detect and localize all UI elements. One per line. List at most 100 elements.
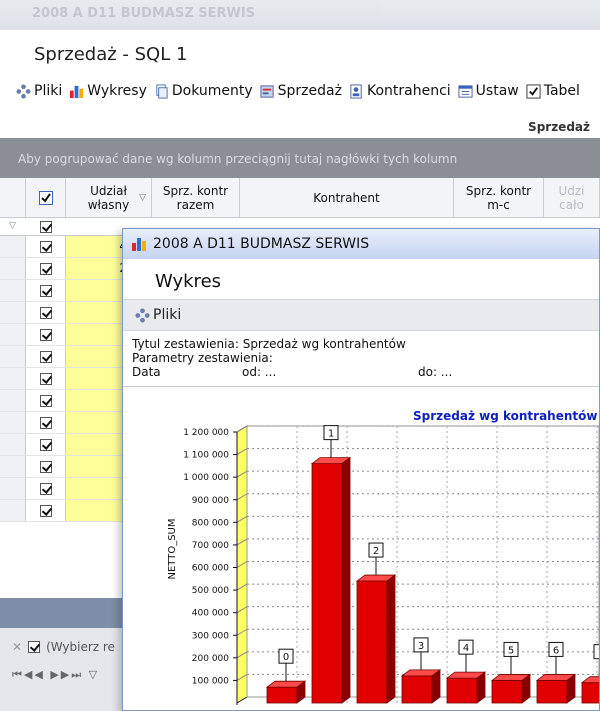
row-checkbox[interactable] bbox=[39, 482, 52, 495]
column-header-sales-total[interactable]: Sprz. kontr razem bbox=[152, 178, 240, 217]
chart-toolbar: Pliki bbox=[123, 299, 599, 331]
own-share-cell[interactable] bbox=[66, 412, 130, 433]
row-checkbox-cell[interactable] bbox=[26, 324, 66, 345]
table-row[interactable] bbox=[0, 324, 130, 346]
filter-text: (Wybierz re bbox=[46, 640, 115, 654]
table-row[interactable] bbox=[0, 412, 130, 434]
row-checkbox-cell[interactable] bbox=[26, 302, 66, 323]
row-checkbox[interactable] bbox=[39, 328, 52, 341]
column-header-own-share[interactable]: Udział własny ▽ bbox=[66, 178, 152, 217]
toolbar-table-button[interactable]: Tabel bbox=[526, 83, 580, 99]
own-share-cell[interactable] bbox=[66, 500, 130, 521]
close-filter-icon[interactable]: ✕ bbox=[12, 640, 22, 654]
row-indicator[interactable] bbox=[0, 258, 26, 279]
column-header-contractor[interactable]: Kontrahent bbox=[240, 178, 454, 217]
row-checkbox[interactable] bbox=[39, 372, 52, 385]
own-share-cell[interactable] bbox=[66, 456, 130, 477]
toolbar-settings-button[interactable]: Ustaw bbox=[458, 83, 519, 99]
own-share-cell[interactable]: 4 bbox=[66, 236, 130, 257]
row-checkbox-cell[interactable] bbox=[26, 390, 66, 411]
toolbar-documents-button[interactable]: Dokumenty bbox=[154, 83, 253, 99]
row-checkbox[interactable] bbox=[39, 350, 52, 363]
row-indicator[interactable] bbox=[0, 280, 26, 301]
row-checkbox[interactable] bbox=[39, 416, 52, 429]
own-share-cell[interactable] bbox=[66, 346, 130, 367]
row-indicator[interactable] bbox=[0, 412, 26, 433]
column-header-label: Udział własny bbox=[87, 183, 130, 212]
chart-files-button[interactable]: Pliki bbox=[135, 307, 181, 323]
row-checkbox-cell[interactable] bbox=[26, 368, 66, 389]
row-checkbox-cell[interactable] bbox=[26, 236, 66, 257]
table-row[interactable] bbox=[0, 368, 130, 390]
table-row[interactable] bbox=[0, 280, 130, 302]
row-indicator[interactable] bbox=[0, 434, 26, 455]
own-share-cell[interactable]: 2 bbox=[66, 258, 130, 279]
chart-window-header: Wykres bbox=[123, 259, 599, 299]
chart-title: Sprzedaż wg kontrahentów bbox=[413, 409, 597, 423]
row-indicator[interactable] bbox=[0, 456, 26, 477]
toolbar-files-label: Pliki bbox=[34, 83, 63, 99]
filter-row-checkbox[interactable] bbox=[40, 221, 52, 233]
toolbar-sales-button[interactable]: Sprzedaż bbox=[260, 83, 342, 99]
bar-side bbox=[431, 669, 441, 704]
table-row[interactable]: 2 bbox=[0, 258, 130, 280]
row-checkbox-cell[interactable] bbox=[26, 434, 66, 455]
own-share-cell[interactable] bbox=[66, 478, 130, 499]
table-row[interactable] bbox=[0, 478, 130, 500]
own-share-cell[interactable] bbox=[66, 434, 130, 455]
column-header-share-total[interactable]: Udzi cało bbox=[544, 178, 600, 217]
row-checkbox[interactable] bbox=[39, 306, 52, 319]
table-row[interactable] bbox=[0, 302, 130, 324]
row-checkbox[interactable] bbox=[39, 262, 52, 275]
row-checkbox[interactable] bbox=[39, 438, 52, 451]
row-checkbox-cell[interactable] bbox=[26, 456, 66, 477]
row-checkbox-cell[interactable] bbox=[26, 258, 66, 279]
bar-side bbox=[341, 456, 351, 704]
settings-icon bbox=[458, 84, 473, 98]
toolbar-files-button[interactable]: Pliki bbox=[16, 83, 62, 99]
row-indicator[interactable] bbox=[0, 236, 26, 257]
grid-body: 42 bbox=[0, 236, 130, 522]
row-indicator[interactable] bbox=[0, 324, 26, 345]
toolbar-charts-button[interactable]: Wykresy bbox=[69, 83, 147, 99]
own-share-cell[interactable] bbox=[66, 390, 130, 411]
record-navigator[interactable]: ⏮◀◀ ▶▶⏭ ▽ bbox=[12, 668, 99, 682]
bar-front bbox=[401, 675, 433, 704]
own-share-cell[interactable] bbox=[66, 302, 130, 323]
table-row[interactable] bbox=[0, 456, 130, 478]
table-row[interactable] bbox=[0, 390, 130, 412]
row-checkbox-cell[interactable] bbox=[26, 412, 66, 433]
row-indicator[interactable] bbox=[0, 500, 26, 521]
row-indicator[interactable] bbox=[0, 478, 26, 499]
bar-1[interactable]: 1 bbox=[310, 425, 352, 704]
table-row[interactable] bbox=[0, 434, 130, 456]
row-checkbox[interactable] bbox=[39, 284, 52, 297]
column-header-sales-month[interactable]: Sprz. kontr m-c bbox=[454, 178, 544, 217]
row-indicator[interactable] bbox=[0, 346, 26, 367]
group-by-hint[interactable]: Aby pogrupować dane wg kolumn przeciągni… bbox=[0, 138, 600, 178]
grid-footer-bar bbox=[0, 598, 130, 628]
grid-header-select-all[interactable] bbox=[26, 178, 66, 217]
row-indicator[interactable] bbox=[0, 302, 26, 323]
row-checkbox[interactable] bbox=[39, 394, 52, 407]
toolbar-contractors-button[interactable]: Kontrahenci bbox=[349, 83, 451, 99]
row-checkbox-cell[interactable] bbox=[26, 478, 66, 499]
own-share-cell[interactable] bbox=[66, 324, 130, 345]
row-checkbox-cell[interactable] bbox=[26, 346, 66, 367]
table-row[interactable]: 4 bbox=[0, 236, 130, 258]
filter-status-bar: ✕ (Wybierz re bbox=[12, 640, 115, 654]
row-checkbox-cell[interactable] bbox=[26, 280, 66, 301]
filter-dropdown-icon[interactable]: ▽ bbox=[139, 191, 146, 205]
row-checkbox[interactable] bbox=[39, 460, 52, 473]
chart-window-titlebar[interactable]: 2008 A D11 BUDMASZ SERWIS bbox=[123, 229, 599, 259]
own-share-cell[interactable] bbox=[66, 368, 130, 389]
table-row[interactable] bbox=[0, 346, 130, 368]
row-checkbox[interactable] bbox=[39, 504, 52, 517]
row-checkbox[interactable] bbox=[39, 240, 52, 253]
row-indicator[interactable] bbox=[0, 390, 26, 411]
table-row[interactable] bbox=[0, 500, 130, 522]
row-indicator[interactable] bbox=[0, 368, 26, 389]
own-share-cell[interactable] bbox=[66, 280, 130, 301]
row-checkbox-cell[interactable] bbox=[26, 500, 66, 521]
filter-enable-checkbox[interactable] bbox=[28, 641, 41, 653]
